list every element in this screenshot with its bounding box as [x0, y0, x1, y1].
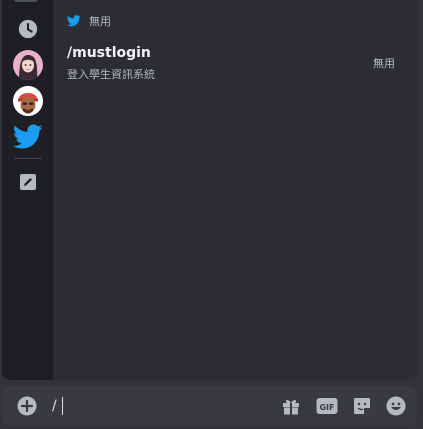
- command-app-name: 無用: [373, 57, 395, 70]
- command-option[interactable]: /mustlogin 登入學生資訊系統 無用: [53, 38, 417, 88]
- gift-icon[interactable]: [280, 395, 302, 417]
- command-description: 登入學生資訊系統: [67, 68, 155, 81]
- message-input[interactable]: [52, 396, 252, 416]
- svg-text:GIF: GIF: [319, 403, 334, 412]
- app-rail: [2, 0, 53, 380]
- gif-icon[interactable]: GIF: [316, 395, 338, 417]
- user-avatar-1[interactable]: [12, 49, 44, 81]
- rail-separator: [14, 158, 42, 159]
- emoji-icon[interactable]: [385, 395, 407, 417]
- command-autocomplete-popup: 無用 /mustlogin 登入學生資訊系統 無用: [2, 0, 417, 380]
- rail-top-indicator: [14, 0, 38, 2]
- section-title: 無用: [89, 15, 111, 28]
- twitter-bird-icon: [66, 12, 81, 31]
- command-list: 無用 /mustlogin 登入學生資訊系統 無用: [53, 0, 417, 380]
- twitter-app-icon[interactable]: [12, 121, 44, 153]
- message-composer: GIF: [2, 386, 417, 426]
- section-header: 無用: [66, 12, 111, 31]
- command-name: /mustlogin: [67, 45, 151, 61]
- sticker-icon[interactable]: [351, 395, 373, 417]
- add-icon[interactable]: [16, 395, 38, 417]
- edit-icon[interactable]: [12, 166, 44, 198]
- text-caret: [62, 397, 63, 415]
- recent-icon[interactable]: [12, 13, 44, 45]
- user-avatar-2[interactable]: [12, 85, 44, 117]
